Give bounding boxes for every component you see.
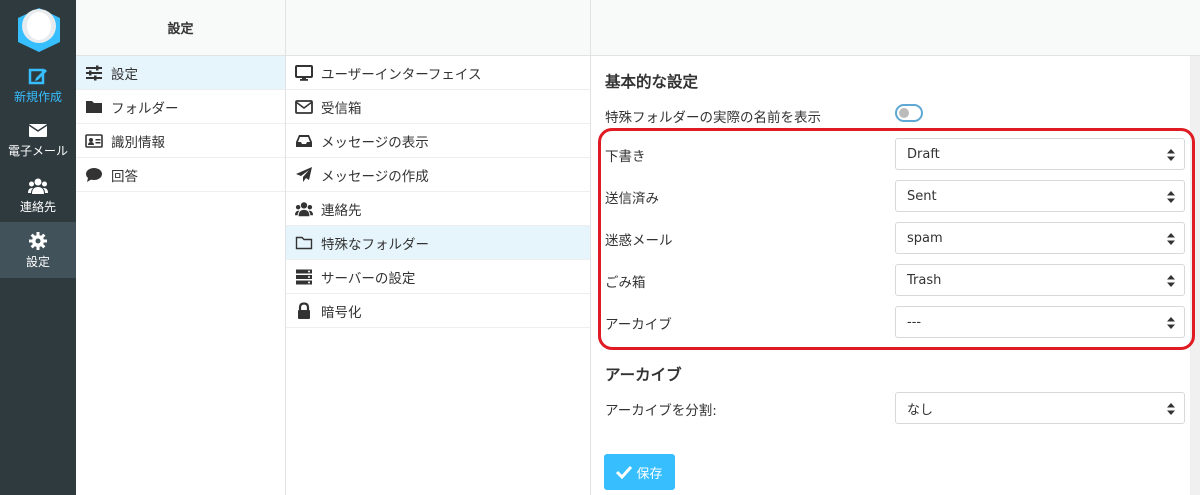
lock-icon [298, 301, 310, 319]
sent-label: 送信済み [605, 191, 659, 207]
section-folders-label: フォルダー [111, 100, 179, 117]
users-icon [28, 178, 48, 194]
section-responses-label: 回答 [111, 168, 138, 185]
app-nav: 新規作成 電子メール 連絡先 設定 [0, 0, 76, 495]
pref-message-compose-label: メッセージの作成 [321, 168, 429, 185]
section-settings-label: 設定 [111, 66, 138, 83]
section-responses[interactable]: 回答 [76, 158, 285, 192]
envelope-icon [28, 124, 48, 137]
select-arrows-icon [1167, 149, 1175, 161]
section-settings[interactable]: 設定 [76, 56, 285, 90]
gear-icon [29, 232, 47, 250]
logo-icon [18, 8, 60, 52]
trash-label: ごみ箱 [605, 275, 646, 291]
archive-folder-select[interactable]: --- [895, 306, 1185, 338]
junk-label: 迷惑メール [605, 233, 673, 249]
pref-special-folders-label: 特殊なフォルダー [321, 236, 429, 253]
section-basic-settings-title: 基本的な設定 [605, 73, 699, 91]
pref-special-folders[interactable]: 特殊なフォルダー [286, 226, 590, 260]
preferences-list: ユーザーインターフェイス 受信箱 メッセージの表示 メッセージの作成 連絡先 特… [286, 0, 591, 495]
archive-folder-value: --- [907, 314, 922, 330]
show-real-names-toggle[interactable] [895, 104, 923, 122]
nav-compose-label: 新規作成 [13, 90, 62, 104]
pref-message-compose[interactable]: メッセージの作成 [286, 158, 590, 192]
pref-mailbox[interactable]: 受信箱 [286, 90, 590, 124]
pref-server-settings-label: サーバーの設定 [321, 270, 416, 287]
compose-icon [28, 68, 47, 85]
pref-message-display[interactable]: メッセージの表示 [286, 124, 590, 158]
archive-split-select[interactable]: なし [895, 392, 1185, 424]
select-arrows-icon [1167, 275, 1175, 287]
content-header [591, 0, 1200, 56]
pref-mailbox-label: 受信箱 [321, 100, 362, 117]
nav-compose[interactable]: 新規作成 [0, 60, 76, 112]
paper-plane-icon [296, 166, 312, 182]
nav-mail[interactable]: 電子メール [0, 114, 76, 166]
pref-message-display-label: メッセージの表示 [321, 134, 429, 151]
archive-label: アーカイブ [605, 317, 672, 333]
pref-user-interface[interactable]: ユーザーインターフェイス [286, 56, 590, 90]
drafts-folder-value: Draft [907, 146, 940, 162]
section-archive-title: アーカイブ [605, 366, 682, 384]
archive-split-value: なし [907, 402, 934, 418]
inbox-icon [296, 134, 312, 147]
drafts-folder-select[interactable]: Draft [895, 138, 1185, 170]
section-identities[interactable]: 識別情報 [76, 124, 285, 158]
server-icon [296, 269, 312, 284]
pref-encryption-label: 暗号化 [321, 304, 362, 321]
comment-icon [86, 167, 102, 182]
nav-contacts[interactable]: 連絡先 [0, 170, 76, 222]
select-arrows-icon [1167, 403, 1175, 415]
archive-split-label: アーカイブを分割: [605, 403, 717, 419]
junk-folder-select[interactable]: spam [895, 222, 1185, 254]
nav-settings[interactable]: 設定 [0, 222, 76, 278]
preferences-header [286, 0, 590, 56]
folder-outline-icon [295, 236, 313, 249]
drafts-label: 下書き [605, 149, 646, 165]
pref-contacts-label: 連絡先 [321, 202, 362, 219]
pref-user-interface-label: ユーザーインターフェイス [321, 66, 482, 83]
nav-contacts-label: 連絡先 [19, 200, 56, 214]
save-button[interactable]: 保存 [604, 454, 675, 490]
nav-settings-label: 設定 [25, 255, 50, 269]
pref-server-settings[interactable]: サーバーの設定 [286, 260, 590, 294]
select-arrows-icon [1167, 191, 1175, 203]
pref-encryption[interactable]: 暗号化 [286, 294, 590, 328]
section-folders[interactable]: フォルダー [76, 90, 285, 124]
section-identities-label: 識別情報 [111, 134, 165, 151]
envelope-icon [295, 99, 313, 114]
select-arrows-icon [1167, 317, 1175, 329]
trash-folder-value: Trash [907, 272, 942, 288]
show-real-names-label: 特殊フォルダーの実際の名前を表示 [605, 110, 821, 126]
settings-header: 設定 [76, 0, 285, 56]
select-arrows-icon [1167, 233, 1175, 245]
users-icon [295, 201, 313, 216]
junk-folder-value: spam [907, 230, 943, 246]
trash-folder-select[interactable]: Trash [895, 264, 1185, 296]
sent-folder-value: Sent [907, 188, 937, 204]
sent-folder-select[interactable]: Sent [895, 180, 1185, 212]
pref-contacts[interactable]: 連絡先 [286, 192, 590, 226]
check-icon [616, 465, 633, 479]
toggle-knob [899, 108, 909, 118]
nav-mail-label: 電子メール [7, 144, 68, 158]
save-button-label: 保存 [636, 466, 663, 482]
folder-icon [86, 100, 102, 113]
id-card-icon [85, 133, 103, 148]
settings-sections: 設定 設定 フォルダー 識別情報 回答 [76, 0, 286, 495]
sliders-icon [86, 65, 102, 80]
special-folders-form: 基本的な設定 特殊フォルダーの実際の名前を表示 下書き Draft 送信済み S… [591, 0, 1200, 495]
monitor-icon [295, 64, 313, 81]
